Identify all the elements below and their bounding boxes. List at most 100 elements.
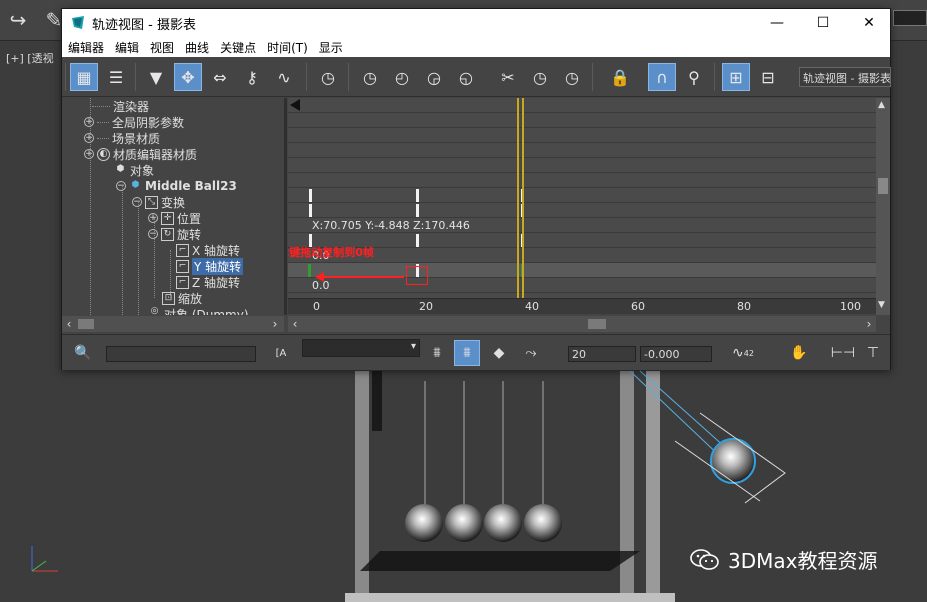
expand-icon[interactable]: +	[84, 149, 94, 159]
zoom-horizontal-icon[interactable]: ⊢⊣	[830, 340, 856, 366]
show-hierarchy-button[interactable]: ⊞	[722, 63, 750, 91]
scroll-right-icon[interactable]: ›	[268, 316, 282, 332]
view-name-combo[interactable]: 轨迹视图 - 摄影表	[799, 67, 891, 87]
time-slider-line[interactable]	[517, 98, 519, 298]
tree-item-z-rotation[interactable]: ⌐ Z 轴旋转	[176, 274, 240, 290]
scroll-left-icon[interactable]: ‹	[62, 316, 76, 332]
collapse-icon[interactable]: −	[148, 229, 158, 239]
add-key-button[interactable]: ⚷	[238, 63, 266, 91]
slide-keys-button[interactable]: ⇔	[206, 63, 234, 91]
move-keys-button[interactable]: ✥	[174, 63, 202, 91]
zoom-vertical-icon[interactable]: ⊤	[860, 340, 886, 366]
close-button[interactable]: ✕	[846, 9, 892, 37]
tree-item-renderer[interactable]: 渲染器	[92, 98, 149, 114]
key-frame-0[interactable]	[309, 204, 312, 217]
lock-key-button[interactable]: ⚲	[680, 63, 708, 91]
show-tree-button[interactable]: ⊟	[754, 63, 782, 91]
frame-field[interactable]: 20	[568, 346, 636, 362]
show-selected-keys-icon[interactable]: ⩩	[424, 340, 450, 366]
zoom-selected-icon[interactable]: 🔍	[70, 340, 96, 366]
key-frame-20[interactable]	[416, 234, 419, 247]
scroll-down-icon[interactable]: ▼	[878, 300, 885, 310]
reverse-time-button[interactable]: ◴	[388, 63, 416, 91]
rename-icon[interactable]: [A	[268, 340, 294, 366]
track-row-transform	[288, 203, 876, 218]
sheet-vertical-scrollbar[interactable]: ▲ ▼	[876, 98, 890, 315]
redo-icon[interactable]: ↪	[6, 8, 30, 32]
selected-object-field[interactable]	[106, 346, 256, 362]
scroll-thumb[interactable]	[878, 178, 888, 194]
scroll-thumb[interactable]	[588, 319, 606, 329]
tree-item-scene-materials[interactable]: + 场景材质	[84, 130, 160, 146]
tree-item-position[interactable]: + ✛ 位置	[148, 210, 201, 226]
tree-item-middle-ball23[interactable]: − ⬢ Middle Ball23	[116, 178, 237, 194]
key-frame-20[interactable]	[416, 204, 419, 217]
tree-divider[interactable]	[284, 98, 287, 315]
expand-icon[interactable]: +	[148, 213, 158, 223]
viewport-label[interactable]: [+] [透视	[6, 50, 54, 66]
menu-keys[interactable]: 关键点	[218, 39, 263, 56]
selection-set-field[interactable]	[893, 10, 927, 26]
tree-item-medit-materials[interactable]: + ◐ 材质编辑器材质	[84, 146, 197, 162]
chevron-down-icon[interactable]: ▾	[411, 341, 416, 352]
tree-item-global-shadow[interactable]: + 全局阴影参数	[84, 114, 184, 130]
key-frame-0[interactable]	[309, 189, 312, 202]
snap-magnet-button[interactable]: ∩	[648, 63, 676, 91]
frame-ruler[interactable]: 0 20 40 60 80 100	[288, 298, 876, 314]
pan-hand-icon[interactable]: ✋	[786, 340, 812, 366]
menu-edit[interactable]: 编辑	[113, 39, 146, 56]
ball-2[interactable]	[445, 504, 483, 542]
scroll-up-icon[interactable]: ▲	[878, 100, 885, 110]
selection-name-combo[interactable]: ▾	[302, 339, 420, 357]
lock-icon[interactable]: 🔒	[606, 63, 634, 91]
menu-time[interactable]: 时间(T)	[265, 39, 315, 56]
copy-time-button[interactable]: ◷	[526, 63, 554, 91]
draw-curves-button[interactable]: ∿	[270, 63, 298, 91]
tree-item-scale[interactable]: ⊡ 缩放	[162, 290, 202, 306]
filter-icon[interactable]: ▼	[142, 63, 170, 91]
menu-display[interactable]: 显示	[317, 39, 350, 56]
sheet-horizontal-scrollbar[interactable]: ‹ ›	[288, 316, 876, 332]
tree-item-transform[interactable]: − ⤡ 变换	[132, 194, 185, 210]
menu-view[interactable]: 视图	[148, 39, 181, 56]
ball-4[interactable]	[524, 504, 562, 542]
minimize-button[interactable]: —	[754, 9, 800, 37]
delete-time-button[interactable]: ◷	[356, 63, 384, 91]
collapse-icon[interactable]: −	[132, 197, 142, 207]
title-bar[interactable]: 轨迹视图 - 摄影表 — ☐ ✕	[62, 9, 890, 37]
key-frame-0-copied[interactable]	[308, 264, 311, 277]
cut-icon[interactable]: ✂	[494, 63, 522, 91]
insert-time-button[interactable]: ◵	[452, 63, 480, 91]
collapse-icon[interactable]: −	[116, 181, 126, 191]
scroll-thumb[interactable]	[78, 319, 94, 329]
select-time-button[interactable]: ◷	[314, 63, 342, 91]
curve-zoom-icon[interactable]: ∿ 42	[726, 340, 760, 366]
scroll-left-icon[interactable]: ‹	[288, 316, 302, 332]
lock-tangent-icon[interactable]: ⤳	[518, 340, 544, 366]
show-all-tangents-icon[interactable]: ⩩	[454, 340, 480, 366]
menu-editor[interactable]: 编辑器	[66, 39, 111, 56]
dope-sheet-mode-button[interactable]: ▦	[70, 63, 98, 91]
key-frame-20[interactable]	[416, 189, 419, 202]
value-field[interactable]: -0.000	[640, 346, 712, 362]
scroll-right-icon[interactable]: ›	[862, 316, 876, 332]
tree-item-dummy[interactable]: ◎ 对象 (Dummy)	[148, 306, 249, 315]
scale-time-button[interactable]: ◶	[420, 63, 448, 91]
ball-3[interactable]	[484, 504, 522, 542]
tree-item-y-rotation[interactable]: ⌐ Y 轴旋转	[176, 257, 244, 275]
tree-item-objects[interactable]: ⬢ 对象	[114, 162, 154, 178]
maximize-button[interactable]: ☐	[800, 9, 846, 37]
time-slider-line[interactable]	[522, 98, 524, 298]
paste-time-button[interactable]: ◷	[558, 63, 586, 91]
menu-curves[interactable]: 曲线	[183, 39, 216, 56]
expand-icon[interactable]: +	[84, 133, 94, 143]
ball-1[interactable]	[405, 504, 443, 542]
edit-ranges-button[interactable]: ☰	[102, 63, 130, 91]
tree-horizontal-scrollbar[interactable]: ‹ ›	[62, 316, 284, 332]
tree-item-x-rotation[interactable]: ⌐ X 轴旋转	[176, 242, 240, 258]
middle-ball-selected[interactable]	[710, 438, 756, 484]
tree-item-rotation[interactable]: − ↻ 旋转	[148, 226, 201, 242]
dope-sheet-area[interactable]: X:70.705 Y:-4.848 Z:170.446 0.0 0.0 按shi…	[288, 98, 876, 298]
show-keys-icon[interactable]: ◆	[486, 340, 512, 366]
expand-icon[interactable]: +	[84, 117, 94, 127]
